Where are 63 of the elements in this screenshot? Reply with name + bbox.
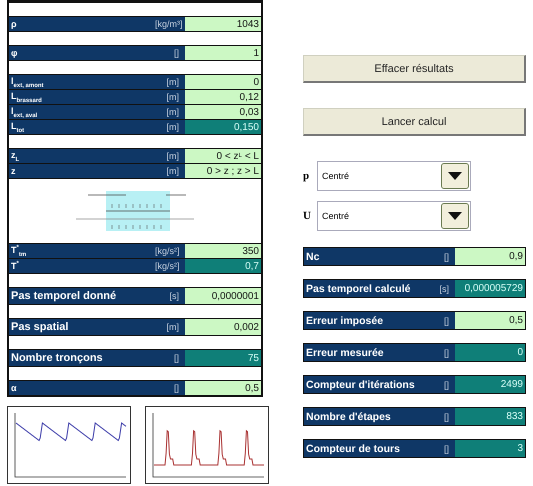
computed-value: 0,000005729 — [455, 280, 525, 297]
selector-label: p — [303, 170, 310, 182]
input-field[interactable]: 0,0000001 — [185, 288, 261, 304]
unit-label: [] — [442, 348, 450, 358]
caret-icon — [448, 172, 462, 180]
unit-label: [] — [442, 412, 450, 422]
computed-value: 0,150 — [185, 120, 261, 134]
parameter-label: T$^{*}$ — [10, 261, 20, 271]
computed-value: 2499 — [455, 376, 525, 393]
unit-label: [m] — [166, 122, 180, 132]
dropdown[interactable]: Centré — [317, 161, 471, 191]
parameter-label: L$_{brassard}$ — [10, 90, 43, 104]
result-label: Compteur de tours — [305, 442, 401, 454]
result-label: Pas temporel calculé — [305, 282, 412, 294]
unit-label: [] — [442, 380, 450, 390]
input-field[interactable]: 0,002 — [185, 319, 261, 335]
unit-label: [kg/s²] — [155, 261, 181, 271]
parameter-label: l$_{ext, amont}$ — [10, 76, 45, 88]
computed-value: 833 — [455, 408, 525, 425]
input-field[interactable]: 1 — [185, 46, 261, 60]
unit-label: [] — [172, 48, 180, 58]
unit-label: [m] — [166, 92, 180, 102]
parameter-label: φ — [10, 48, 18, 58]
action-button[interactable]: Effacer résultats — [303, 55, 526, 83]
dropdown[interactable]: Centré — [317, 201, 471, 231]
unit-label: [s] — [168, 291, 180, 301]
parameter-label: l$_{ext, aval}$ — [10, 106, 38, 118]
unit-label: [m] — [166, 151, 180, 161]
unit-label: [m] — [166, 322, 180, 332]
unit-label: [] — [172, 383, 180, 393]
unit-label: [m] — [166, 166, 180, 176]
result-label: Nombre d'étapes — [305, 410, 392, 422]
computed-value: 3 — [455, 440, 525, 457]
input-field[interactable]: 0,12 — [185, 90, 261, 104]
unit-label: [kg/m³] — [155, 19, 184, 29]
unit-label: [kg/s²] — [155, 246, 181, 256]
action-button[interactable]: Lancer calcul — [303, 108, 526, 136]
computed-value: 0 — [455, 344, 525, 361]
parameter-label: z — [10, 166, 16, 176]
parameter-label: Pas temporel donné — [10, 290, 118, 302]
computed-value: 0,7 — [185, 259, 261, 273]
unit-label: [m] — [166, 107, 180, 117]
result-label: Erreur mesurée — [305, 346, 385, 358]
parameter-label: ρ — [10, 19, 18, 29]
unit-label: [s] — [438, 284, 450, 294]
input-field[interactable]: 0,5 — [185, 381, 261, 395]
caret-icon — [448, 212, 462, 220]
input-field[interactable]: 0 > z ; z > L — [185, 164, 261, 178]
input-field[interactable]: 0 — [185, 75, 261, 89]
unit-label: [m] — [166, 77, 180, 87]
parameter-label: L$_{tot}$ — [10, 120, 26, 134]
selector-label: U — [303, 210, 312, 222]
computed-value: 75 — [185, 350, 261, 366]
parameter-label: α — [10, 383, 18, 393]
parameter-label: Nombre tronçons — [10, 352, 104, 364]
result-label: Compteur d'itérations — [305, 378, 416, 390]
unit-label: [] — [172, 353, 180, 363]
input-field[interactable]: 1043 — [185, 17, 261, 31]
input-field[interactable]: 0,03 — [185, 105, 261, 119]
input-field[interactable]: 350 — [185, 244, 261, 258]
parameter-label: z$_{L}$ — [10, 150, 20, 162]
parameter-label: Pas spatial — [10, 321, 70, 333]
unit-label: [] — [442, 444, 450, 454]
